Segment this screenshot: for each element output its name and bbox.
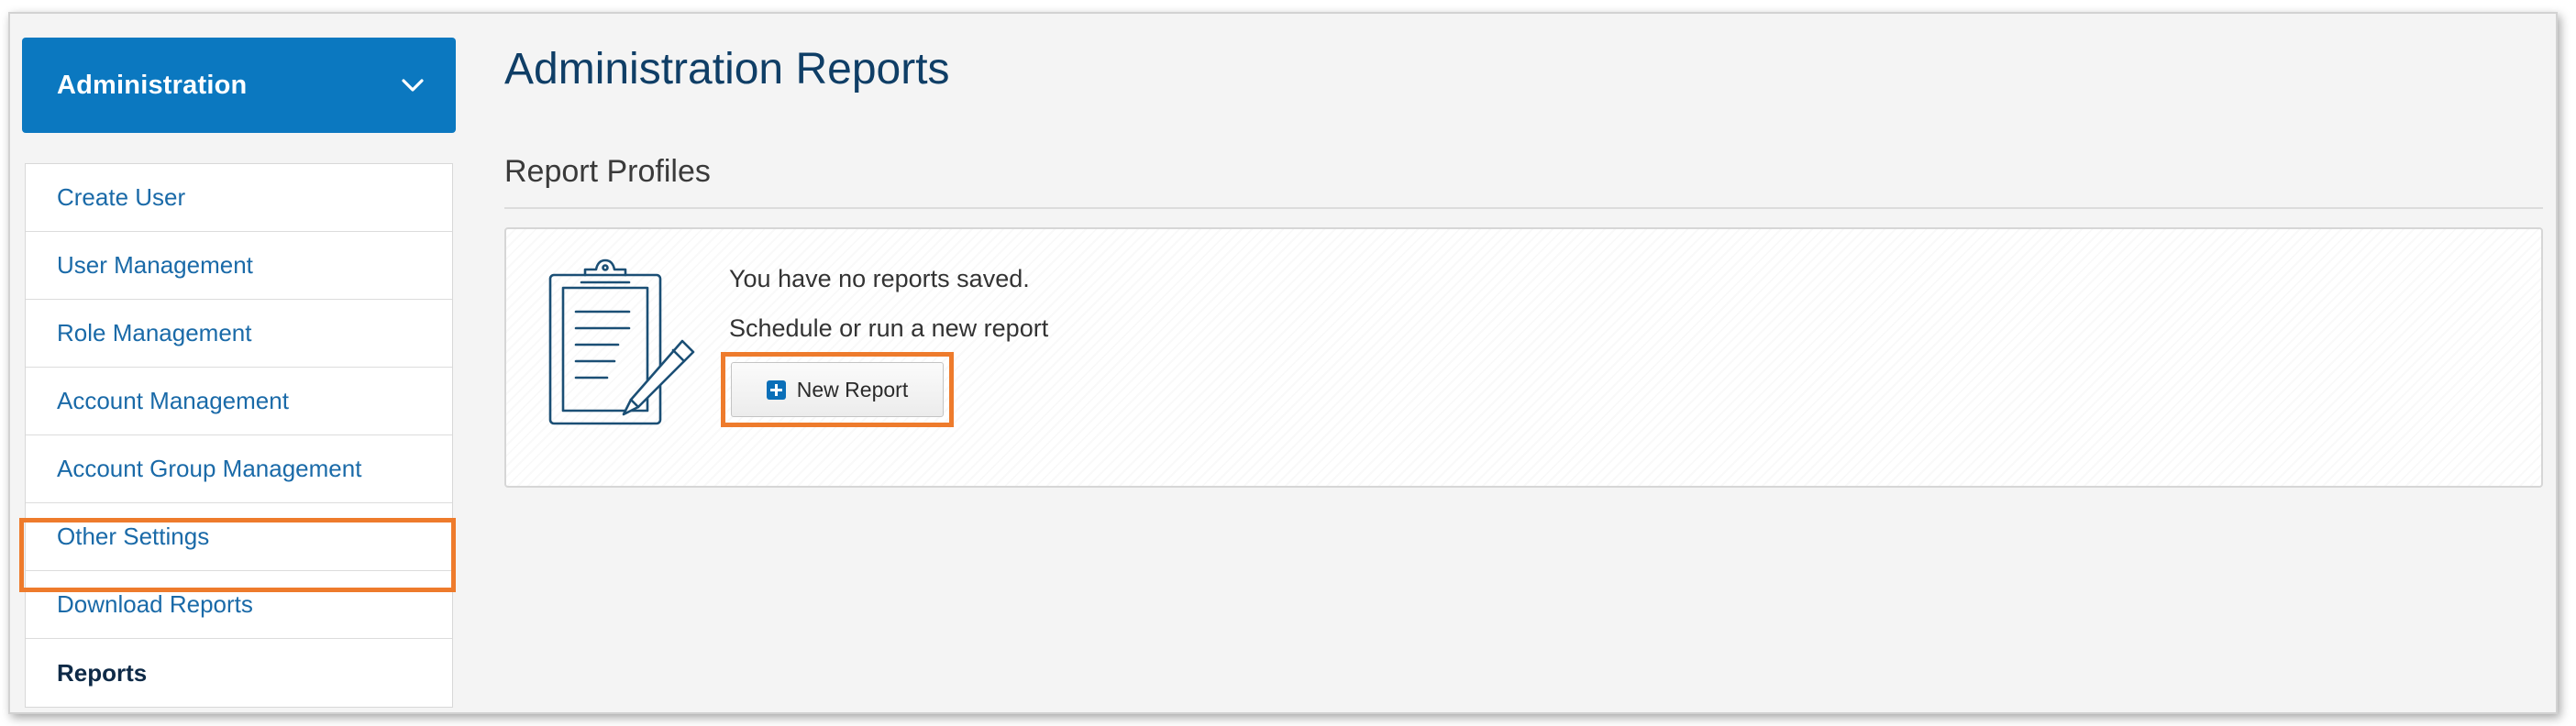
sidebar-item-reports[interactable]: Reports: [26, 639, 452, 707]
empty-state-message: You have no reports saved.: [729, 265, 1030, 292]
sidebar-item-account-management[interactable]: Account Management: [26, 368, 452, 435]
sidebar-item-label: Account Management: [57, 387, 289, 414]
section-divider: [504, 207, 2543, 209]
new-report-button[interactable]: New Report: [731, 362, 944, 417]
sidebar-item-label: Download Reports: [57, 590, 253, 618]
sidebar-item-other-settings[interactable]: Other Settings: [26, 503, 452, 571]
report-profiles-panel: You have no reports saved. Schedule or r…: [504, 227, 2543, 488]
section-title: Report Profiles: [504, 154, 711, 189]
sidebar-item-label: Create User: [57, 183, 186, 211]
clipboard-edit-icon: [545, 257, 701, 431]
plus-square-icon: [766, 380, 786, 400]
sidebar-menu: Create User User Management Role Managem…: [25, 163, 453, 708]
sidebar-item-role-management[interactable]: Role Management: [26, 300, 452, 368]
sidebar-item-label: Reports: [57, 658, 148, 687]
sidebar-item-label: Role Management: [57, 319, 252, 346]
sidebar-item-label: Account Group Management: [57, 455, 362, 482]
sidebar-item-label: User Management: [57, 251, 253, 279]
sidebar-header-label: Administration: [57, 70, 248, 100]
app-window: Administration Create User User Manageme…: [8, 12, 2558, 714]
new-report-label: New Report: [796, 377, 909, 402]
sidebar-item-download-reports[interactable]: Download Reports: [26, 571, 452, 639]
sidebar-item-label: Other Settings: [57, 522, 210, 550]
sidebar-header-administration[interactable]: Administration: [22, 38, 456, 133]
chevron-down-icon: [401, 73, 425, 97]
sidebar-item-account-group-management[interactable]: Account Group Management: [26, 435, 452, 503]
sidebar-item-create-user[interactable]: Create User: [26, 164, 452, 232]
page-title: Administration Reports: [504, 45, 950, 94]
sidebar-item-user-management[interactable]: User Management: [26, 232, 452, 300]
schedule-message: Schedule or run a new report: [729, 314, 1049, 342]
